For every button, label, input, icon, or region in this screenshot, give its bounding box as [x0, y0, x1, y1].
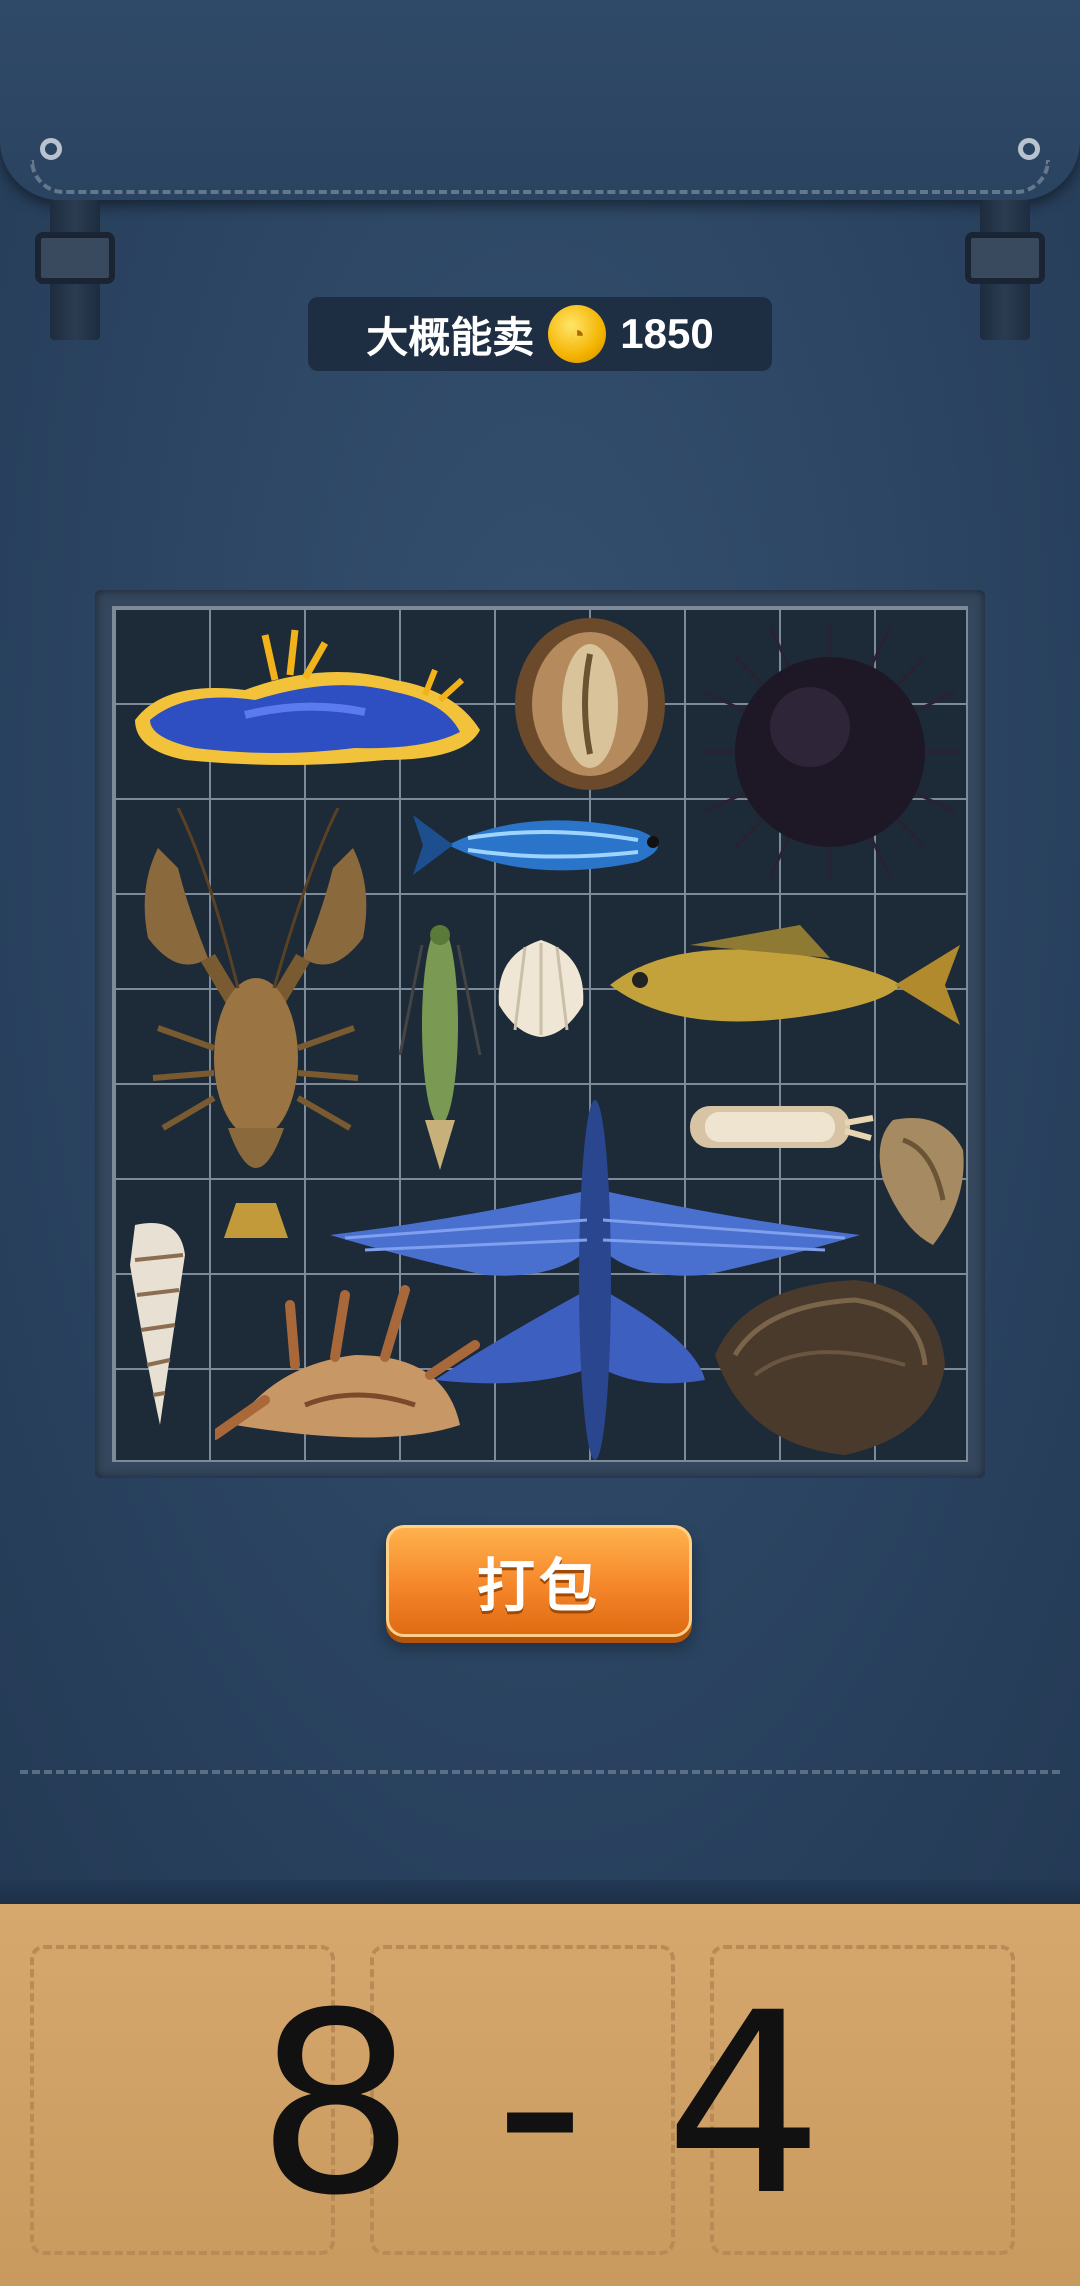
sea-urchin[interactable] [690, 612, 970, 892]
sell-estimate: 大概能卖 ◔ 1850 [308, 297, 772, 371]
spider-conch[interactable] [215, 1285, 480, 1455]
coin-icon: ◔ [548, 305, 607, 363]
backpack-bottom-edge [0, 1880, 1080, 1904]
yellow-croaker[interactable] [600, 920, 968, 1045]
sell-estimate-label: 大概能卖 [366, 313, 535, 361]
level-number: 8 - 4 [256, 1959, 824, 2250]
buckle-right [965, 232, 1045, 284]
oyster[interactable] [873, 1110, 968, 1250]
flap-stitching [30, 160, 1050, 194]
rivet-right [1018, 138, 1040, 160]
mussel[interactable] [705, 1275, 950, 1460]
bottom-stitching [20, 1770, 1060, 1884]
buckle-left [35, 232, 115, 284]
sell-estimate-value: 1850 [620, 310, 714, 357]
auger-shell[interactable] [125, 1215, 190, 1430]
striped-fish[interactable] [408, 800, 683, 890]
pack-button[interactable]: 打包 [386, 1525, 692, 1637]
abalone[interactable] [510, 614, 670, 794]
rivet-left [40, 138, 62, 160]
clam-shell[interactable] [495, 935, 587, 1040]
sea-slug[interactable] [125, 620, 490, 780]
